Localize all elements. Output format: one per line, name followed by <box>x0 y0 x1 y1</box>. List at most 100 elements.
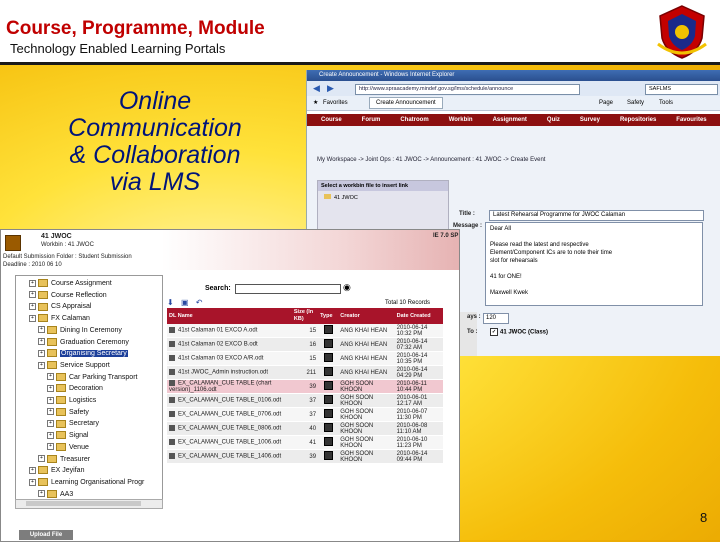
file-name[interactable]: 41st Calaman 02 EXCO B.odt <box>178 342 258 348</box>
favorites-button[interactable]: Favorites <box>323 96 348 110</box>
table-row[interactable]: EX_CALAMAN_CUE TABLE (chart version)_110… <box>167 379 443 394</box>
expand-toggle-icon[interactable]: + <box>47 408 54 416</box>
tree-horizontal-scrollbar[interactable] <box>15 499 163 509</box>
tree-node[interactable]: + Dining In Ceremony <box>38 325 122 335</box>
expand-toggle-icon[interactable]: + <box>29 466 36 474</box>
download-file-icon[interactable] <box>169 380 175 387</box>
checkbox-checked-icon[interactable]: ✓ <box>490 328 498 336</box>
nav-workbin[interactable]: Workbin <box>439 114 483 126</box>
expand-toggle-icon[interactable]: + <box>38 490 45 498</box>
page-menu[interactable]: Page <box>599 96 613 110</box>
file-name-cell[interactable]: EX_CALAMAN_CUE TABLE_1006.odt <box>167 435 292 450</box>
col-type[interactable]: Type <box>318 308 339 324</box>
expand-toggle-icon[interactable]: + <box>47 396 54 404</box>
tree-node[interactable]: + Safety <box>47 407 89 417</box>
col-creator[interactable]: Creator <box>338 308 395 324</box>
tree-node[interactable]: + Decoration <box>47 384 103 393</box>
tree-node[interactable]: + Course Assignment <box>29 279 112 288</box>
col-size[interactable]: Size (In KB) <box>291 308 319 324</box>
download-file-icon[interactable] <box>169 453 175 460</box>
tree-node[interactable]: + AA3 <box>38 489 73 499</box>
scrollbar-thumb[interactable] <box>26 501 141 506</box>
back-icon[interactable]: ◀ <box>313 83 320 94</box>
download-file-icon[interactable] <box>169 355 175 362</box>
tree-node[interactable]: + Car Parking Transport <box>47 372 137 382</box>
expand-toggle-icon[interactable]: + <box>29 303 36 311</box>
expand-toggle-icon[interactable]: + <box>38 349 45 357</box>
expand-toggle-icon[interactable]: + <box>38 338 45 346</box>
title-field[interactable]: Latest Rehearsal Programme for JWOC Cala… <box>489 210 704 221</box>
browser-tab[interactable]: Create Announcement <box>369 97 443 109</box>
file-name[interactable]: EX_CALAMAN_CUE TABLE_1406.odt <box>178 454 281 460</box>
file-name-cell[interactable]: EX_CALAMAN_CUE TABLE_0106.odt <box>167 393 292 408</box>
file-name[interactable]: EX_CALAMAN_CUE TABLE_1006.odt <box>178 440 281 446</box>
expand-toggle-icon[interactable]: + <box>29 478 36 486</box>
file-name[interactable]: EX_CALAMAN_CUE TABLE_0706.odt <box>178 412 281 418</box>
expand-toggle-icon[interactable]: + <box>38 455 45 463</box>
download-file-icon[interactable] <box>169 411 175 418</box>
undo-icon[interactable]: ↶ <box>196 298 203 307</box>
days-field[interactable]: 120 <box>483 313 509 324</box>
file-name-cell[interactable]: 41st Calaman 02 EXCO B.odt <box>167 337 292 352</box>
download-file-icon[interactable] <box>169 341 175 348</box>
expand-toggle-icon[interactable]: + <box>38 361 45 369</box>
workbin-search-input[interactable] <box>235 284 341 294</box>
file-name[interactable]: EX_CALAMAN_CUE TABLE_0806.odt <box>178 426 281 432</box>
col-name[interactable]: DL Name <box>167 308 292 324</box>
table-row[interactable]: EX_CALAMAN_CUE TABLE_0706.odt 37 GOH SOON … <box>167 407 443 422</box>
table-row[interactable]: EX_CALAMAN_CUE TABLE_1406.odt 39 GOH SOON … <box>167 449 443 464</box>
tree-node[interactable]: + Treasurer <box>38 454 90 464</box>
table-row[interactable]: EX_CALAMAN_CUE TABLE_0806.odt 40 GOH SOON … <box>167 421 443 436</box>
tree-node[interactable]: + Service Support <box>38 361 110 370</box>
tree-node[interactable]: + EX Jeyifan <box>29 466 84 475</box>
class-checkbox[interactable]: ✓ 41 JWOC (Class) <box>490 328 548 336</box>
workbin-panel-item[interactable]: 41 JWOC <box>318 191 448 204</box>
file-name[interactable]: 41st JWOC_Admin instruction.odt <box>178 370 268 376</box>
file-name-cell[interactable]: EX_CALAMAN_CUE TABLE_0706.odt <box>167 407 292 422</box>
save-icon[interactable]: ▣ <box>181 298 189 307</box>
table-row[interactable]: 41st Calaman 03 EXCO A/R.odt 15 ANG KHAI H… <box>167 351 443 366</box>
browser-search-input[interactable]: SAFLMS <box>645 84 718 95</box>
forward-icon[interactable]: ▶ <box>327 83 334 94</box>
tree-node[interactable]: + Logistics <box>47 396 96 405</box>
file-name[interactable]: EX_CALAMAN_CUE TABLE (chart version)_110… <box>169 381 271 393</box>
expand-toggle-icon[interactable]: + <box>29 314 36 322</box>
download-file-icon[interactable] <box>169 397 175 404</box>
download-file-icon[interactable] <box>169 439 175 446</box>
file-name-cell[interactable]: 41st JWOC_Admin instruction.odt <box>167 365 292 380</box>
safety-menu[interactable]: Safety <box>627 96 644 110</box>
nav-forum[interactable]: Forum <box>352 114 391 126</box>
file-name[interactable]: EX_CALAMAN_CUE TABLE_0106.odt <box>178 398 281 404</box>
tree-node[interactable]: + CS Appraisal <box>29 302 91 311</box>
expand-toggle-icon[interactable]: + <box>29 279 36 287</box>
expand-toggle-icon[interactable]: + <box>47 373 54 381</box>
tree-node[interactable]: + FX Calaman <box>29 314 90 323</box>
download-file-icon[interactable] <box>169 369 175 376</box>
table-row[interactable]: 41st Calaman 01 EXCO A.odt 15 ANG KHAI HEA… <box>167 324 443 338</box>
tree-node[interactable]: + Graduation Ceremony <box>38 337 129 347</box>
message-textarea[interactable]: Dear All Please read the latest and resp… <box>485 222 703 306</box>
file-name[interactable]: 41st Calaman 01 EXCO A.odt <box>178 328 257 334</box>
table-row[interactable]: 41st Calaman 02 EXCO B.odt 16 ANG KHAI HEA… <box>167 337 443 352</box>
file-name-cell[interactable]: EX_CALAMAN_CUE TABLE_0806.odt <box>167 421 292 436</box>
download-icon[interactable]: ⬇ <box>167 298 174 307</box>
nav-repositories[interactable]: Repositories <box>610 114 666 126</box>
tree-node[interactable]: + Organising Secretary <box>38 349 128 358</box>
file-name[interactable]: 41st Calaman 03 EXCO A/R.odt <box>178 356 263 362</box>
file-name-cell[interactable]: 41st Calaman 03 EXCO A/R.odt <box>167 351 292 366</box>
download-file-icon[interactable] <box>169 425 175 432</box>
expand-toggle-icon[interactable]: + <box>47 431 54 439</box>
nav-survey[interactable]: Survey <box>570 114 610 126</box>
tree-node[interactable]: + Learning Organisational Progr <box>29 478 144 487</box>
expand-toggle-icon[interactable]: + <box>38 326 45 334</box>
binoculars-search-icon[interactable]: ◉ <box>343 282 351 293</box>
col-date[interactable]: Date Created <box>394 308 443 324</box>
favorites-star-icon[interactable]: ★ <box>313 96 318 110</box>
file-name-cell[interactable]: EX_CALAMAN_CUE TABLE (chart version)_110… <box>167 379 292 394</box>
tree-node[interactable]: + Signal <box>47 431 88 440</box>
table-row[interactable]: EX_CALAMAN_CUE TABLE_0106.odt 37 GOH SOON … <box>167 393 443 408</box>
expand-toggle-icon[interactable]: + <box>29 291 36 299</box>
nav-chatroom[interactable]: Chatroom <box>390 114 438 126</box>
tree-node[interactable]: + Venue <box>47 442 89 452</box>
url-input[interactable]: http://www.spraacademy.mindef.gov.sg/lms… <box>355 84 580 95</box>
